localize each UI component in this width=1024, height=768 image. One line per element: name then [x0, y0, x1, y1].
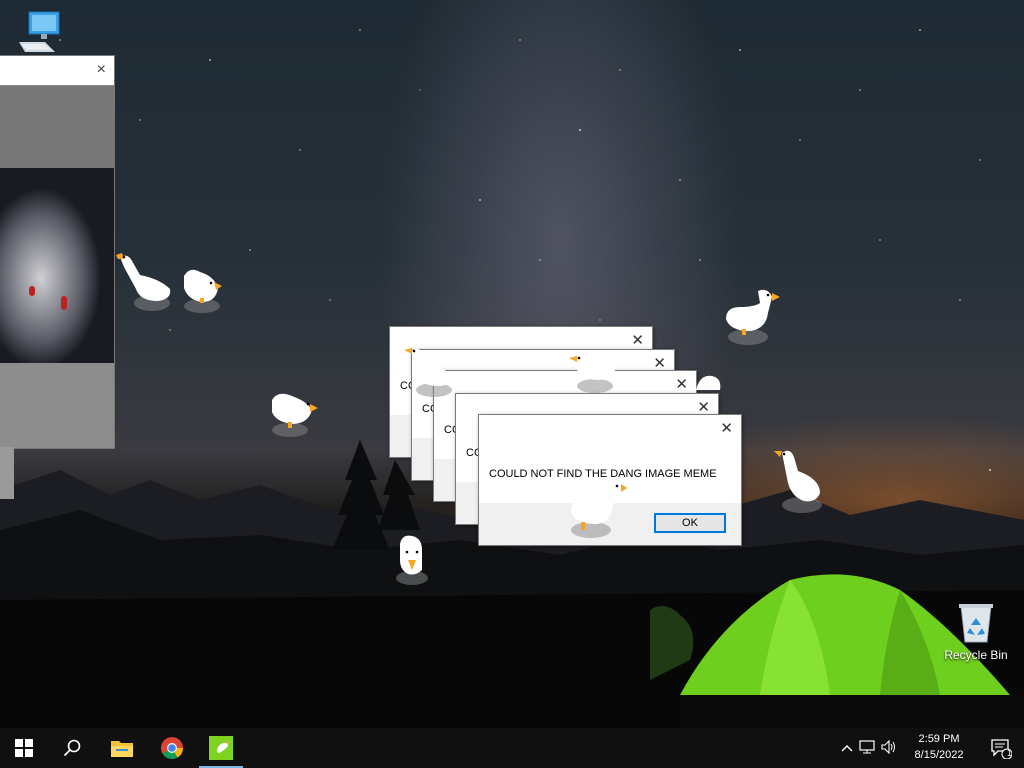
network-icon[interactable]: [856, 739, 878, 757]
goose-icon[interactable]: [694, 370, 724, 396]
recycle-bin-graphic: [959, 604, 993, 643]
taskbar-clock[interactable]: 2:59 PM 8/15/2022: [904, 731, 974, 763]
goose-icon[interactable]: [178, 262, 228, 314]
goose-icon[interactable]: [722, 285, 782, 347]
system-tray: [838, 728, 900, 768]
action-center-button[interactable]: 1: [978, 728, 1024, 768]
partial-window-toolbar: [0, 86, 114, 168]
clock-time: 2:59 PM: [918, 733, 960, 745]
close-icon[interactable]: ×: [97, 61, 106, 79]
this-pc-icon[interactable]: [14, 8, 64, 54]
close-icon[interactable]: ✕: [675, 375, 688, 393]
taskbar: 2:59 PM 8/15/2022 1: [0, 728, 1024, 768]
recycle-bin-label: Recycle Bin: [944, 648, 1008, 662]
close-icon[interactable]: ✕: [720, 419, 733, 437]
close-icon[interactable]: ✕: [631, 331, 644, 349]
chrome-icon: [161, 737, 183, 759]
partial-window-behind: [0, 447, 14, 499]
ok-button[interactable]: OK: [654, 513, 726, 533]
start-button[interactable]: [0, 728, 48, 768]
clock-date: 8/15/2022: [914, 749, 964, 761]
goose-app-icon: [209, 736, 233, 760]
meme-image: [0, 168, 114, 363]
goose-icon[interactable]: [565, 346, 625, 396]
goose-icon[interactable]: [770, 445, 826, 517]
search-icon: [63, 739, 81, 757]
goose-icon[interactable]: [110, 245, 180, 315]
chrome-button[interactable]: [148, 728, 196, 768]
goose-icon[interactable]: [565, 478, 629, 540]
volume-icon[interactable]: [878, 739, 900, 757]
goose-icon[interactable]: [392, 532, 432, 588]
search-button[interactable]: [48, 728, 96, 768]
goose-icon[interactable]: [268, 386, 320, 438]
file-explorer-button[interactable]: [98, 728, 146, 768]
partial-window[interactable]: ×: [0, 55, 115, 449]
desktop-goose-button[interactable]: [197, 728, 245, 768]
goose-icon[interactable]: [400, 340, 460, 400]
chevron-up-icon[interactable]: [838, 741, 856, 755]
notification-count: 1: [1007, 748, 1013, 758]
recycle-bin-icon[interactable]: Recycle Bin: [940, 600, 1012, 662]
partial-window-titlebar[interactable]: ×: [0, 56, 114, 85]
folder-icon: [111, 741, 133, 757]
windows-icon: [15, 739, 33, 757]
partial-window-body: [0, 363, 114, 448]
